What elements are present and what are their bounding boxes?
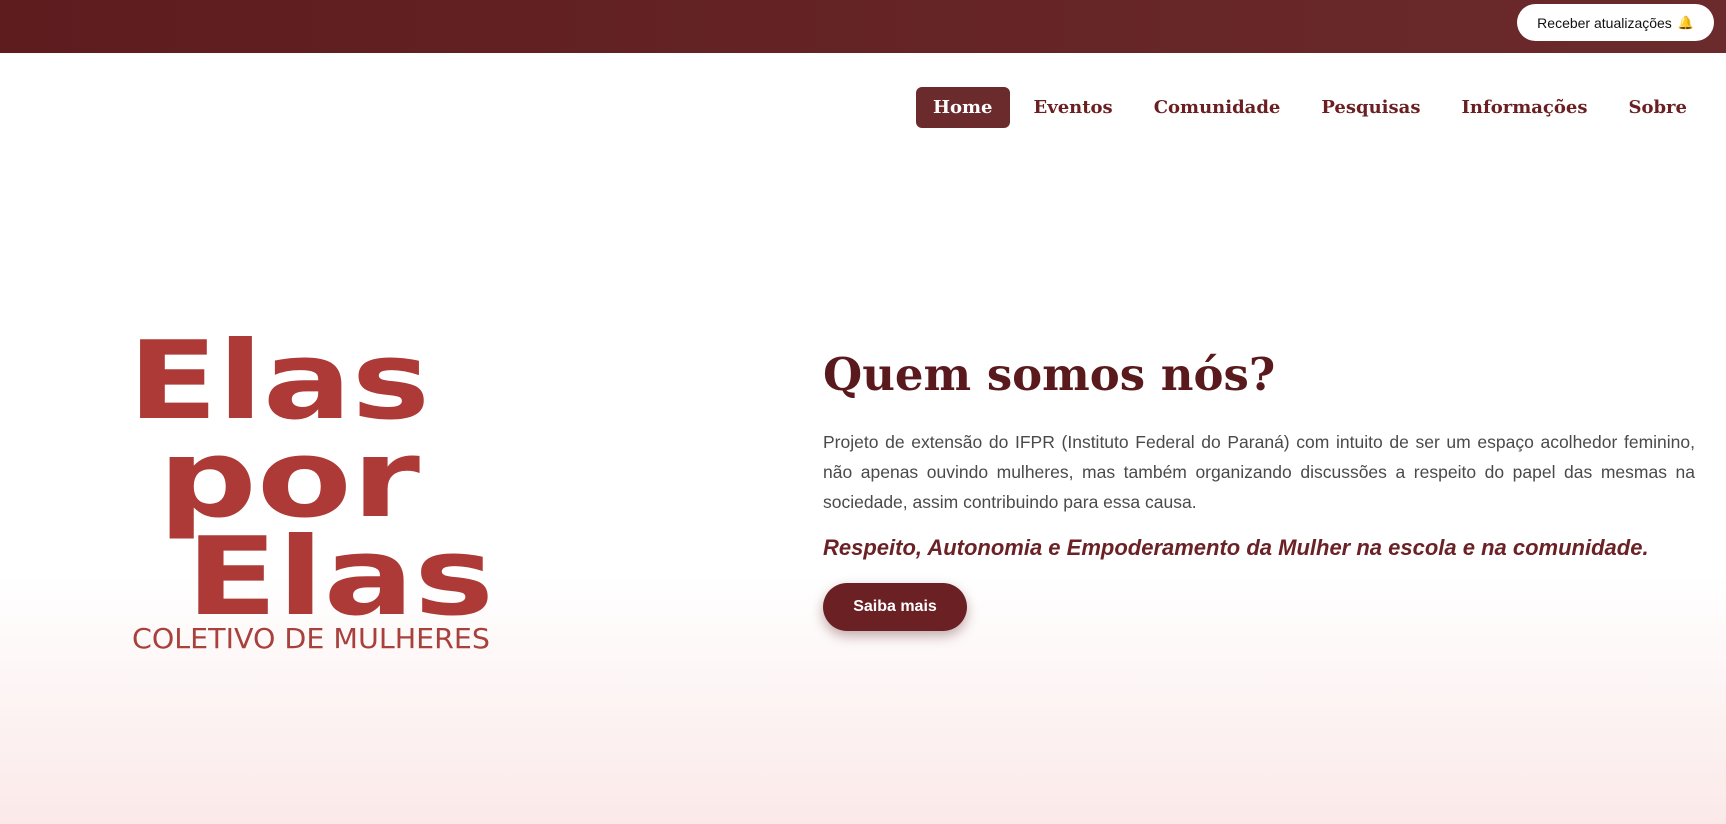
nav-item-pesquisas[interactable]: Pesquisas xyxy=(1304,87,1437,128)
receive-updates-label: Receber atualizações xyxy=(1537,14,1672,31)
main-nav: Home Eventos Comunidade Pesquisas Inform… xyxy=(909,87,1704,128)
bell-icon: 🔔 xyxy=(1677,14,1694,30)
receive-updates-button[interactable]: Receber atualizações 🔔 xyxy=(1517,4,1714,41)
about-content: Quem somos nós? Projeto de extensão do I… xyxy=(823,345,1695,631)
about-description: Projeto de extensão do IFPR (Instituto F… xyxy=(823,432,1695,512)
about-title: Quem somos nós? xyxy=(823,348,1276,401)
nav-item-informacoes[interactable]: Informações xyxy=(1444,87,1604,128)
nav-item-sobre[interactable]: Sobre xyxy=(1611,87,1704,128)
logo-subtitle: COLETIVO DE MULHERES xyxy=(132,622,490,654)
top-bar: Receber atualizações 🔔 xyxy=(0,0,1726,53)
nav-item-home[interactable]: Home xyxy=(916,87,1010,128)
nav-item-eventos[interactable]: Eventos xyxy=(1017,87,1130,128)
about-tagline: Respeito, Autonomia e Empoderamento da M… xyxy=(823,535,1649,560)
main-navbar: Home Eventos Comunidade Pesquisas Inform… xyxy=(0,53,1726,168)
nav-item-comunidade[interactable]: Comunidade xyxy=(1137,87,1298,128)
saiba-mais-button[interactable]: Saiba mais xyxy=(823,583,967,631)
elas-por-elas-logo: Elas por Elas COLETIVO DE MULHERES xyxy=(128,336,494,654)
